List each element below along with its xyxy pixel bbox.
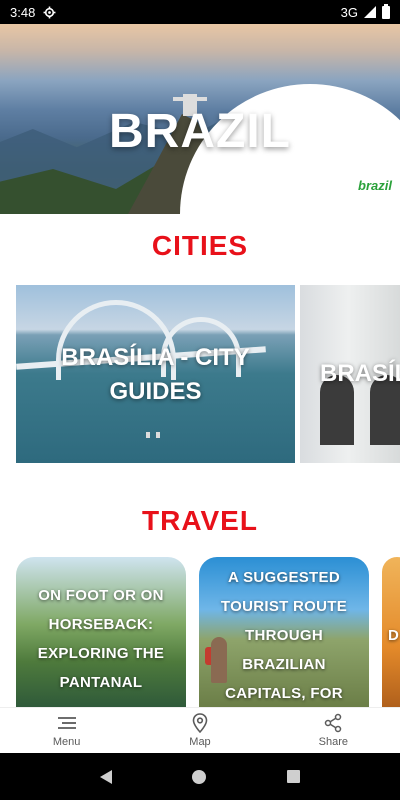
city-card-second[interactable]: BRASÍL <box>300 285 400 463</box>
home-icon[interactable] <box>192 769 207 784</box>
nav-map-label: Map <box>189 736 211 748</box>
network-type: 3G <box>340 4 358 20</box>
status-bar: 3:48 3G <box>0 0 400 24</box>
travel-heading: TRAVEL <box>142 505 258 536</box>
hero-banner: BRAZIL brazil <box>0 24 400 214</box>
signal-icon <box>364 6 376 18</box>
nav-share-label: Share <box>318 736 348 748</box>
nav-menu[interactable]: Menu <box>27 713 107 748</box>
back-icon[interactable] <box>100 769 113 784</box>
travel-card-label: A SUGGESTED TOURIST ROUTE THROUGH BRAZIL… <box>220 569 348 702</box>
travel-card-label: D <box>388 627 400 644</box>
gear-icon <box>43 6 56 18</box>
travel-card-capitals-route[interactable]: A SUGGESTED TOURIST ROUTE THROUGH BRAZIL… <box>199 557 369 707</box>
recents-icon[interactable] <box>286 770 300 783</box>
menu-icon <box>56 713 78 733</box>
status-time: 3:48 <box>10 4 36 20</box>
travel-card-third[interactable]: D <box>382 557 400 707</box>
system-nav-bar <box>0 753 400 800</box>
nav-share[interactable]: Share <box>293 713 373 748</box>
boats <box>146 425 166 438</box>
city-card-label: BRASÍL <box>320 360 400 387</box>
hero-title: BRAZIL <box>109 105 291 158</box>
status-right: 3G <box>340 3 390 20</box>
travel-card-pantanal[interactable]: ON FOOT OR ON HORSEBACK: EXPLORING THE P… <box>16 557 186 707</box>
map-pin-icon <box>189 713 211 733</box>
travel-card-label: ON FOOT OR ON HORSEBACK: EXPLORING THE P… <box>37 587 165 691</box>
bottom-nav: Menu Map Share <box>0 707 400 753</box>
battery-icon <box>382 3 390 19</box>
city-card-brasilia[interactable]: BRASÍLIA - CITY GUIDES <box>16 285 295 463</box>
share-icon <box>322 713 344 733</box>
cities-heading: CITIES <box>151 230 249 261</box>
brand-logo: brazil <box>358 178 392 193</box>
city-card-label: BRASÍLIA - CITY GUIDES <box>61 344 250 405</box>
nav-map[interactable]: Map <box>160 713 240 748</box>
nav-menu-label: Menu <box>52 736 81 748</box>
status-left: 3:48 <box>10 5 56 20</box>
